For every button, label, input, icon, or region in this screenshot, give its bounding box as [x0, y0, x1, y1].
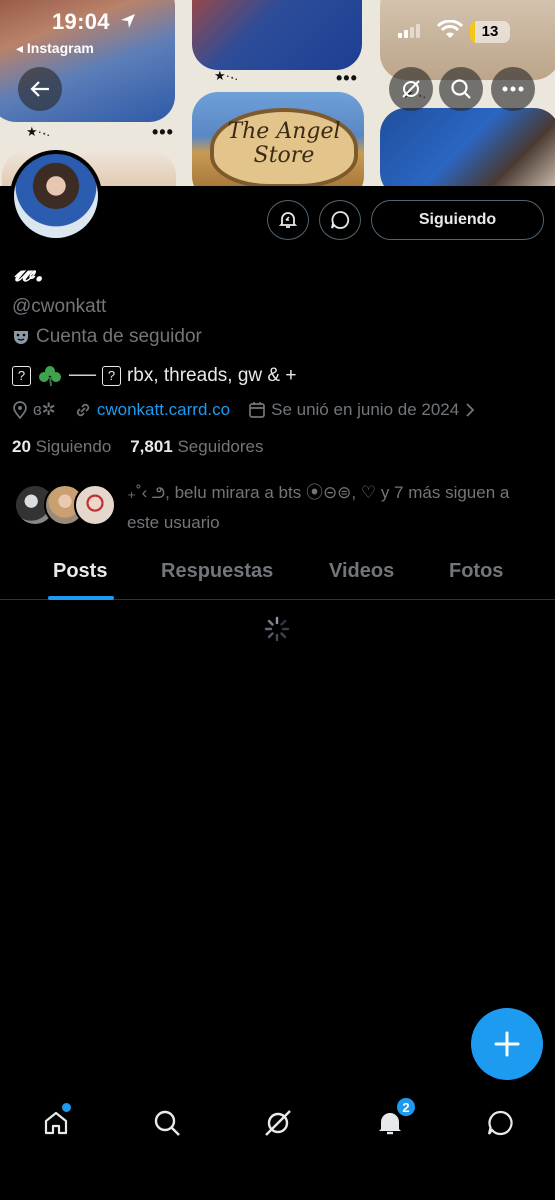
known-followers-text: ₊˚‹ ౨, belu mirara a bts ⦿⊝⊜, ♡ y 7 más …	[127, 483, 510, 532]
account-type-label: Cuenta de seguidor	[36, 326, 202, 347]
tab-replies[interactable]: Respuestas	[161, 560, 273, 583]
profile-meta: ɞ✲ cwonkatt.carrd.co Se unió en junio de…	[12, 398, 494, 422]
location-arrow-icon	[121, 14, 135, 28]
nav-search[interactable]	[151, 1107, 183, 1139]
search-icon	[451, 79, 471, 99]
battery-indicator: 13	[470, 21, 510, 43]
known-follower-avatar	[74, 484, 116, 526]
profile-handle: @cwonkatt	[12, 296, 107, 317]
shamrock-icon	[39, 366, 61, 387]
bio-divider: ──	[69, 365, 96, 386]
grok-icon	[265, 1110, 291, 1136]
status-time: 19:04	[52, 9, 110, 34]
banner-sparkle: ★·˖.	[214, 68, 238, 83]
nav-grok[interactable]	[262, 1107, 294, 1139]
banner-more-dots: •••	[336, 68, 358, 88]
battery-percent: 13	[481, 23, 499, 40]
website-item[interactable]: cwonkatt.carrd.co	[74, 400, 230, 420]
more-options-button[interactable]	[491, 67, 535, 111]
joined-item: Se unió en junio de 2024	[248, 400, 476, 420]
profile-name: 𝓌.	[14, 254, 45, 288]
home-icon	[44, 1111, 68, 1135]
tab-photos[interactable]: Fotos	[449, 560, 503, 583]
message-bubble-icon	[331, 211, 350, 229]
bottom-navigation: 2	[0, 1095, 555, 1155]
nav-messages[interactable]	[484, 1107, 516, 1139]
tab-posts[interactable]: Posts	[53, 560, 107, 583]
bio-box-glyph: ?	[12, 366, 31, 386]
message-button[interactable]	[319, 200, 361, 240]
chevron-right-icon[interactable]	[464, 402, 476, 418]
following-button[interactable]: Siguiendo	[371, 200, 544, 240]
notifications-badge: 2	[396, 1097, 416, 1117]
banner-more-dots: •••	[152, 122, 174, 142]
location-item: ɞ✲	[12, 400, 56, 420]
more-dots-icon	[502, 86, 524, 92]
website-link[interactable]: cwonkatt.carrd.co	[97, 400, 230, 420]
message-bubble-icon	[487, 1110, 513, 1136]
followers-label: Seguidores	[177, 437, 264, 456]
following-count: 20	[12, 437, 31, 456]
wifi-icon	[437, 20, 463, 38]
calendar-icon	[249, 402, 265, 418]
grok-button[interactable]	[389, 67, 433, 111]
status-bar: 19:04 ◂ Instagram 13	[0, 0, 555, 60]
bio-box-glyph: ?	[101, 366, 121, 386]
notification-bell-button[interactable]	[267, 200, 309, 240]
follow-stats: 20 Siguiendo 7,801 Seguidores	[12, 437, 263, 457]
followers-you-know[interactable]: ₊˚‹ ౨, belu mirara a bts ⦿⊝⊜, ♡ y 7 más …	[12, 478, 542, 538]
avatar-image	[14, 154, 98, 238]
theater-mask-icon	[14, 331, 28, 344]
bell-plus-icon	[278, 212, 298, 228]
back-button[interactable]	[18, 67, 62, 111]
banner-sign-text: The Angel Store	[210, 108, 358, 186]
back-to-instagram-link[interactable]: ◂ Instagram	[16, 40, 94, 57]
followers-count: 7,801	[130, 437, 173, 456]
location-text: ɞ✲	[33, 400, 56, 419]
following-label: Siguiendo	[35, 437, 112, 456]
banner-photo-person	[380, 108, 555, 186]
tab-videos[interactable]: Videos	[329, 560, 394, 583]
grok-icon	[402, 80, 420, 98]
plus-icon	[494, 1031, 520, 1057]
location-pin-icon	[13, 401, 27, 419]
joined-text: Se unió en junio de 2024	[271, 400, 460, 419]
search-icon	[154, 1110, 180, 1136]
profile-bio: ? ── ? rbx, threads, gw & +	[12, 365, 296, 387]
following-stat[interactable]: 20 Siguiendo	[12, 437, 111, 456]
profile-tabs: Posts Respuestas Videos Fotos	[0, 548, 555, 600]
followers-stat[interactable]: 7,801 Seguidores	[130, 437, 263, 456]
compose-post-button[interactable]	[471, 1008, 543, 1080]
link-icon	[76, 403, 90, 417]
active-tab-indicator	[48, 596, 114, 600]
back-arrow-icon	[30, 81, 49, 97]
banner-sparkle: ★·˖.	[26, 124, 50, 139]
cellular-signal-icon	[398, 24, 420, 38]
account-type: Cuenta de seguidor	[12, 326, 202, 348]
search-button[interactable]	[439, 67, 483, 111]
profile-avatar[interactable]	[10, 150, 102, 242]
bio-text: rbx, threads, gw & +	[126, 365, 297, 386]
home-unread-dot	[62, 1103, 71, 1112]
loading-spinner-icon	[264, 616, 290, 642]
